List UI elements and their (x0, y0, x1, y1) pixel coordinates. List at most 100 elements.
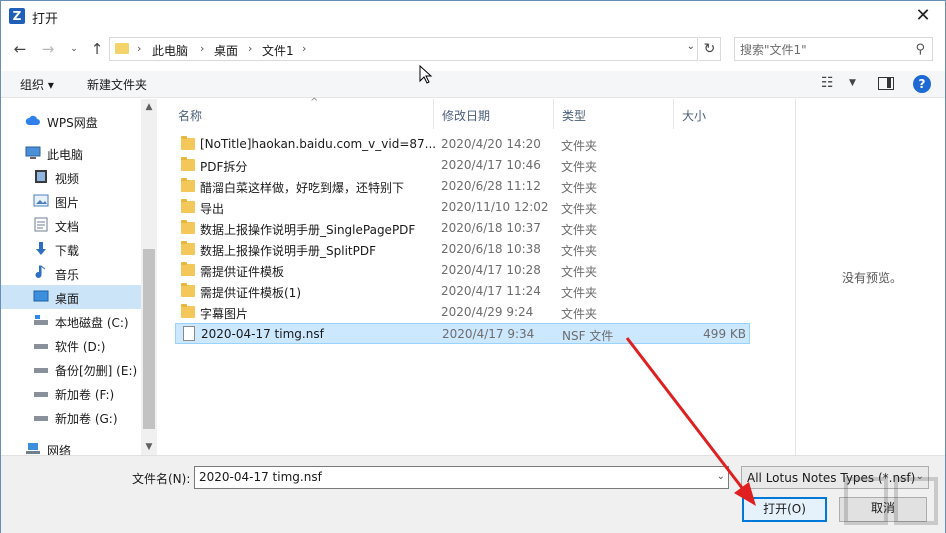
chevron-down-icon[interactable]: ⌄ (687, 41, 695, 52)
file-name: PDF拆分 (200, 160, 248, 174)
folder-icon (181, 157, 195, 171)
search-input[interactable] (740, 41, 908, 58)
breadcrumb-desktop[interactable]: 桌面 (214, 42, 238, 59)
nav-item-label: 本地磁盘 (C:) (55, 316, 129, 330)
filename-combobox[interactable]: ⌄ (194, 466, 729, 489)
organize-button[interactable]: 组织 ▾ (20, 76, 54, 93)
nav-item-downloads[interactable]: 下载 (1, 237, 141, 261)
table-row[interactable]: 字幕图片 2020/4/29 9:24 文件夹 (175, 302, 750, 323)
scroll-up-icon[interactable]: ▲ (141, 99, 157, 115)
nav-item-documents[interactable]: 文档 (1, 213, 141, 237)
chevron-right-icon[interactable]: › (137, 42, 141, 55)
nav-item-label: WPS网盘 (47, 116, 98, 130)
column-header-label: 类型 (562, 109, 587, 123)
nav-item-drive-d[interactable]: 软件 (D:) (1, 333, 141, 357)
folder-icon (181, 241, 195, 255)
filename-field[interactable] (199, 470, 704, 484)
nav-item-label: 视频 (55, 172, 80, 186)
nav-item-drive-f[interactable]: 新加卷 (F:) (1, 381, 141, 405)
file-name: [NoTitle]haokan.baidu.com_v_vid=87... (200, 137, 437, 151)
search-box[interactable]: ⚲ (734, 37, 933, 61)
file-type: 文件夹 (561, 223, 598, 237)
nav-item-label: 桌面 (55, 292, 80, 306)
file-type: 文件夹 (561, 265, 598, 279)
nav-item-videos[interactable]: 视频 (1, 165, 141, 189)
chevron-down-icon[interactable]: ▼ (849, 78, 856, 88)
forward-arrow-icon[interactable]: → (38, 39, 58, 59)
search-icon[interactable]: ⚲ (915, 42, 925, 57)
table-row[interactable]: PDF拆分 2020/4/17 10:46 文件夹 (175, 155, 750, 176)
nav-scrollbar[interactable]: ▲ ▼ (141, 99, 157, 455)
file-date: 2020/6/28 11:12 (441, 179, 541, 193)
chevron-right-icon[interactable]: › (302, 42, 306, 55)
file-type: NSF 文件 (562, 329, 614, 343)
file-date: 2020/4/17 10:28 (441, 263, 541, 277)
breadcrumb-folder[interactable]: 文件1 (262, 42, 294, 59)
file-list: 名称 ^ 修改日期 类型 大小 [NoTitle]haokan.baidu.co… (158, 97, 795, 455)
video-icon (35, 170, 47, 183)
cloud-icon (25, 115, 40, 125)
nav-item-music[interactable]: 音乐 (1, 261, 141, 285)
new-folder-button[interactable]: 新建文件夹 (87, 76, 147, 93)
recent-dropdown-icon[interactable]: ⌄ (64, 39, 84, 59)
back-arrow-icon[interactable]: ← (10, 39, 30, 59)
scrollbar-thumb[interactable] (143, 249, 155, 429)
column-header-label: 名称 (178, 109, 203, 123)
up-arrow-icon[interactable]: ↑ (87, 39, 107, 59)
file-size: 499 KB (703, 327, 746, 341)
table-row[interactable]: 数据上报操作说明手册_SinglePagePDF 2020/6/18 10:37… (175, 218, 750, 239)
nav-item-desktop[interactable]: 桌面 (1, 285, 141, 309)
file-date: 2020/11/10 12:02 (441, 200, 549, 214)
drive-icon (34, 392, 48, 397)
breadcrumb[interactable]: › 此电脑 › 桌面 › 文件1 › ⌄ (109, 37, 698, 61)
file-type: 文件夹 (561, 181, 598, 195)
drive-icon (34, 368, 48, 373)
nav-item-label: 备份[勿删] (E:) (55, 364, 138, 378)
nav-item-drive-g[interactable]: 新加卷 (G:) (1, 405, 141, 429)
open-file-dialog: Z 打开 ✕ ← → ⌄ ↑ › 此电脑 › 桌面 › 文件1 › ⌄ ↻ ⚲ … (0, 0, 946, 533)
nav-item-drive-c[interactable]: 本地磁盘 (C:) (1, 309, 141, 333)
chevron-down-icon[interactable]: ⌄ (717, 471, 725, 482)
folder-icon (181, 262, 195, 276)
scroll-down-icon[interactable]: ▼ (141, 439, 157, 455)
document-icon (34, 217, 48, 232)
network-icon (26, 443, 40, 454)
column-header-type[interactable]: 类型 (554, 99, 674, 129)
preview-pane-icon[interactable] (878, 77, 894, 90)
table-row[interactable]: 醋溜白菜这样做，好吃到爆，还特别下 2020/6/28 11:12 文件夹 (175, 176, 750, 197)
view-options-icon[interactable]: ☷ (821, 75, 834, 91)
nav-item-pictures[interactable]: 图片 (1, 189, 141, 213)
folder-icon (181, 304, 195, 318)
sort-ascending-icon: ^ (310, 97, 319, 108)
table-row[interactable]: 导出 2020/11/10 12:02 文件夹 (175, 197, 750, 218)
drive-icon (34, 344, 48, 349)
close-button[interactable]: ✕ (901, 1, 945, 32)
nav-item-wps-cloud[interactable]: WPS网盘 (1, 109, 141, 133)
chevron-right-icon[interactable]: › (248, 42, 252, 55)
file-date: 2020/4/29 9:24 (441, 305, 534, 319)
refresh-button[interactable]: ↻ (699, 37, 721, 61)
chevron-right-icon[interactable]: › (200, 42, 204, 55)
breadcrumb-this-pc[interactable]: 此电脑 (152, 42, 188, 59)
table-row[interactable]: [NoTitle]haokan.baidu.com_v_vid=87... 20… (175, 134, 750, 155)
command-toolbar: 组织 ▾ 新建文件夹 ☷ ▼ ? (1, 71, 945, 98)
title-bar: Z 打开 ✕ (1, 1, 945, 32)
dialog-footer: 文件名(N): ⌄ All Lotus Notes Types (*.nsf) … (1, 455, 945, 533)
table-row[interactable]: 需提供证件模板(1) 2020/4/17 11:24 文件夹 (175, 281, 750, 302)
nav-item-this-pc[interactable]: 此电脑 (1, 141, 141, 165)
column-header-size[interactable]: 大小 (674, 99, 754, 129)
folder-icon (181, 283, 195, 297)
file-date: 2020/4/20 14:20 (441, 137, 541, 151)
navigation-pane: WPS网盘 此电脑 视频 图片 文档 下载 音乐 桌面 本地磁盘 (C:) 软件… (1, 99, 157, 458)
open-button[interactable]: 打开(O) (742, 497, 827, 522)
help-icon[interactable]: ? (913, 75, 931, 93)
drive-icon (34, 315, 48, 325)
column-header-date[interactable]: 修改日期 (434, 99, 554, 129)
file-type: 文件夹 (561, 160, 598, 174)
nav-item-drive-e[interactable]: 备份[勿删] (E:) (1, 357, 141, 381)
table-row[interactable]: 需提供证件模板 2020/4/17 10:28 文件夹 (175, 260, 750, 281)
table-row-selected[interactable]: 2020-04-17 timg.nsf 2020/4/17 9:34 NSF 文… (175, 323, 750, 344)
table-row[interactable]: 数据上报操作说明手册_SplitPDF 2020/6/18 10:38 文件夹 (175, 239, 750, 260)
column-header-name[interactable]: 名称 ^ (170, 97, 434, 129)
app-icon: Z (9, 8, 25, 24)
